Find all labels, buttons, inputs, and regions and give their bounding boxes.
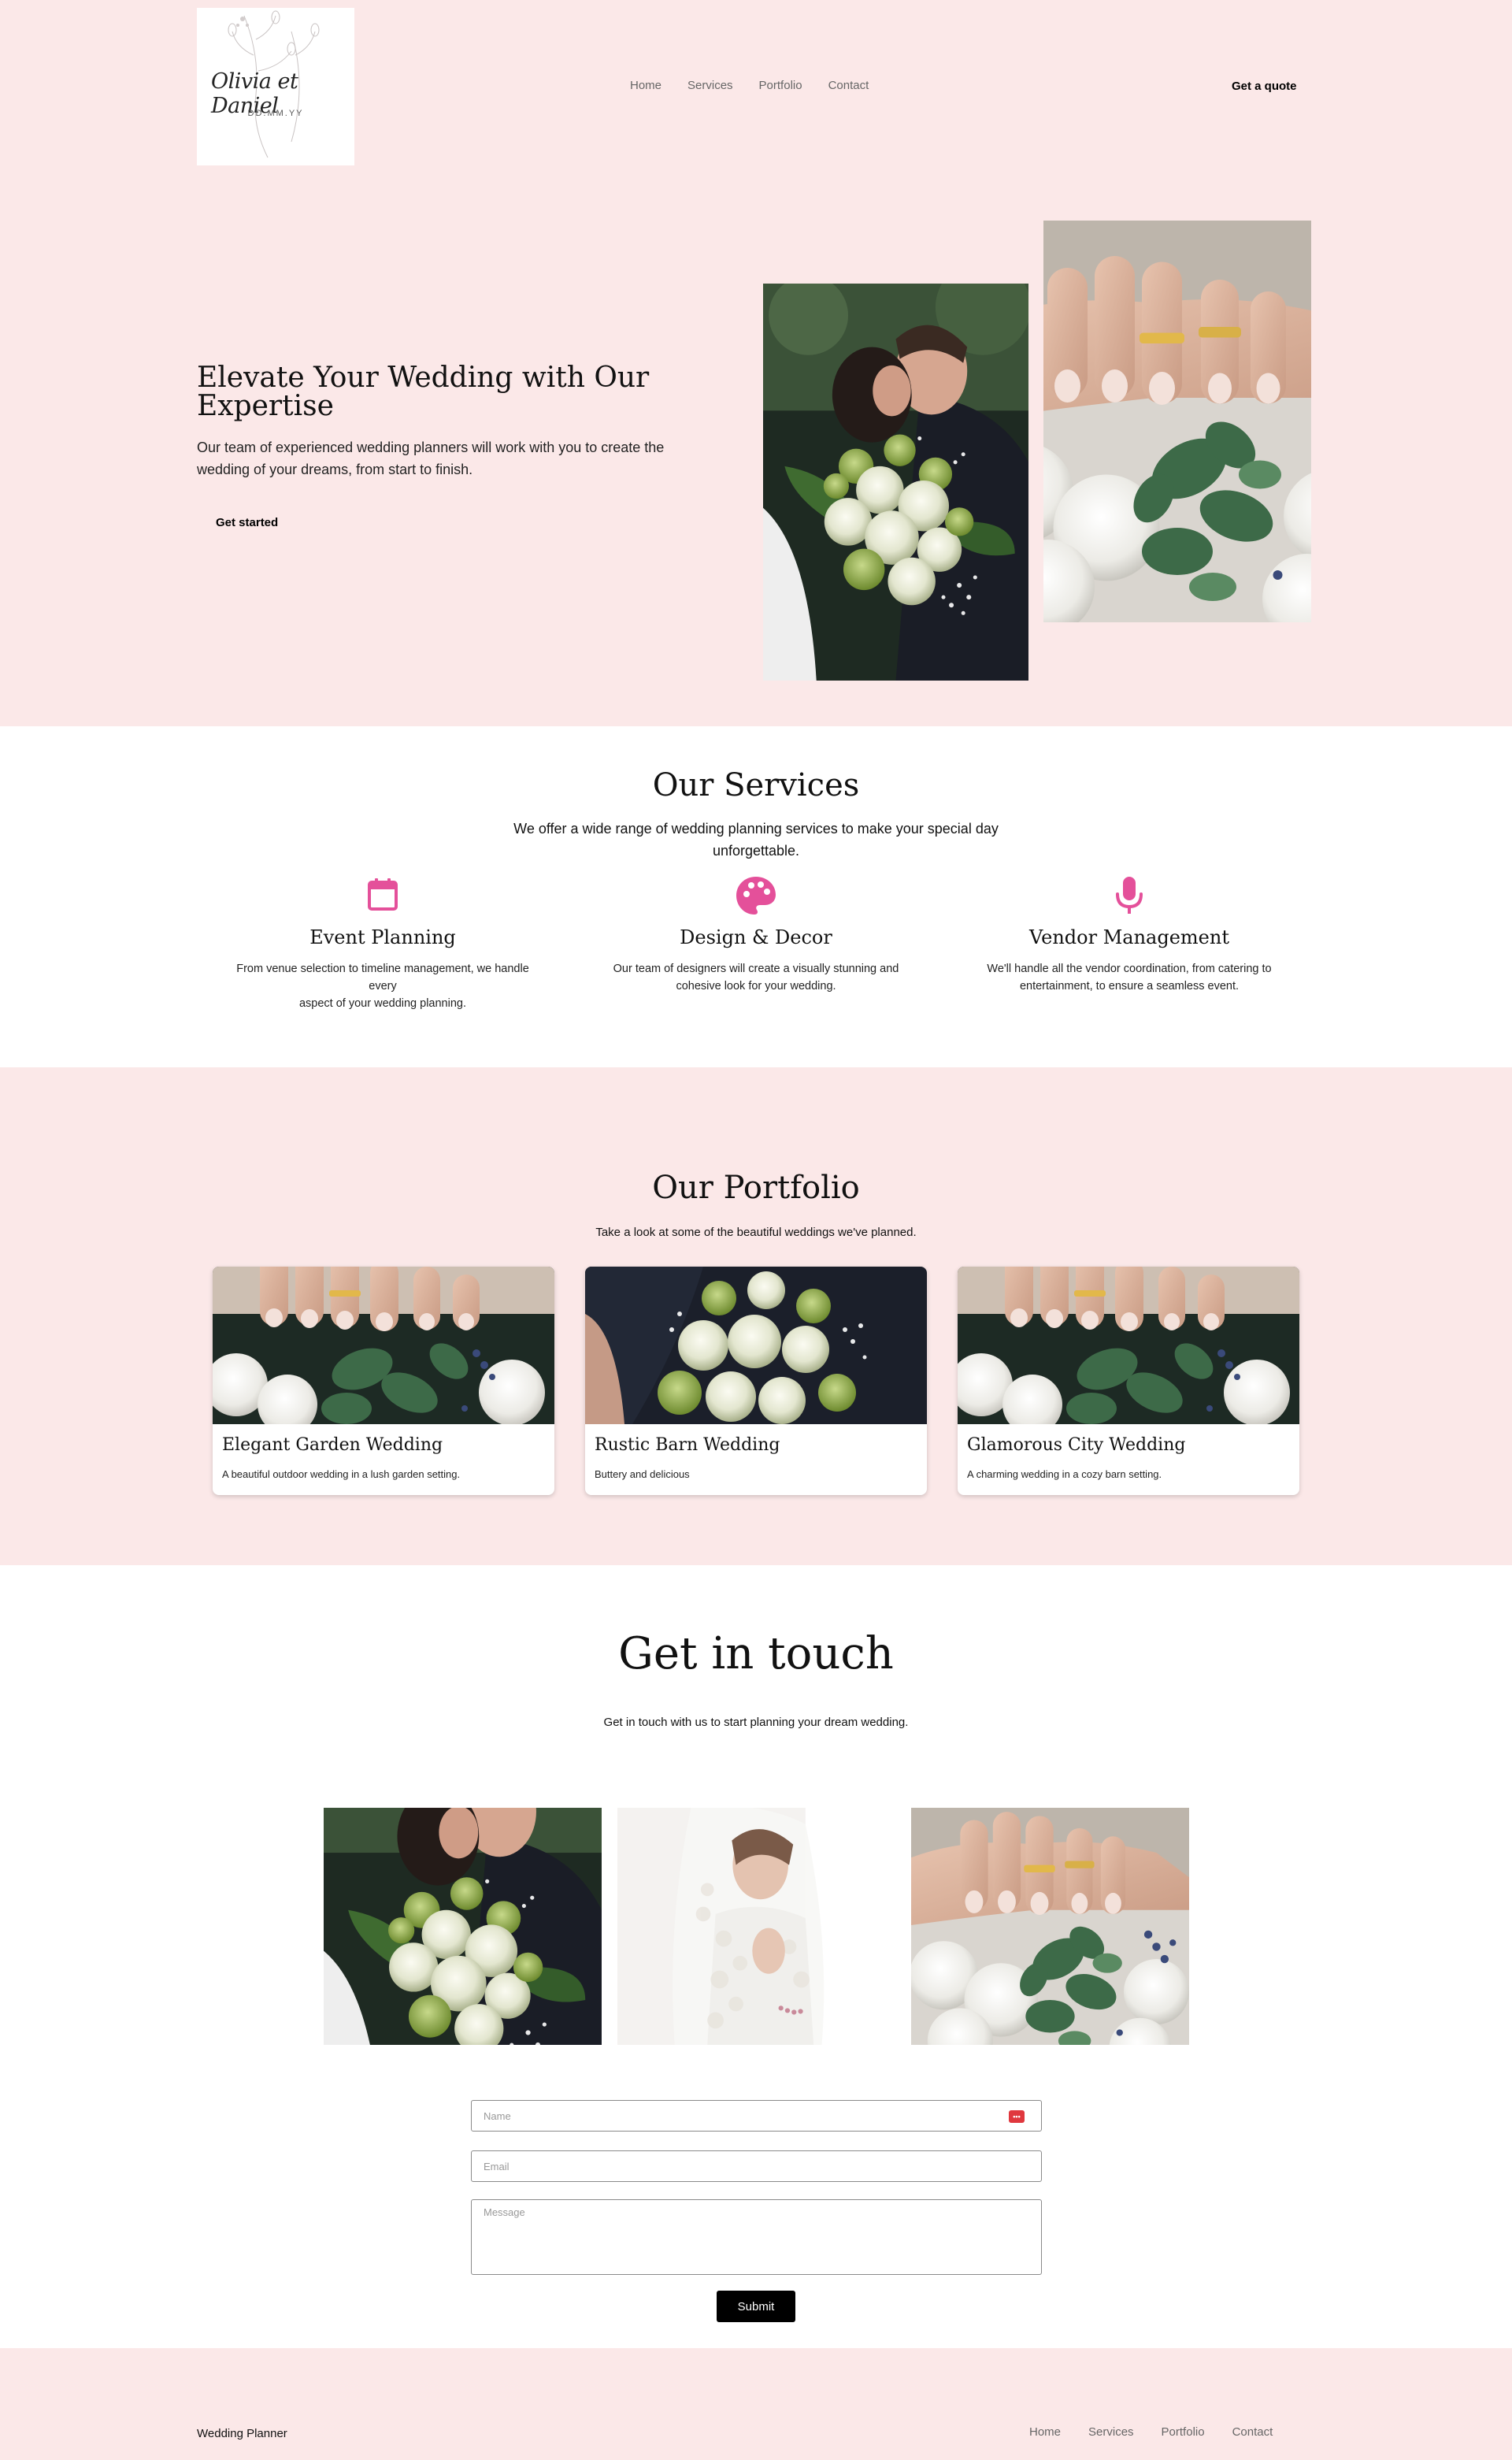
portfolio-title: Our Portfolio [652,1170,860,1206]
portfolio-card-title: Glamorous City Wedding [967,1435,1186,1455]
contact-section: Get in touch Get in touch with us to sta… [0,1565,1512,2348]
portfolio-card-title: Elegant Garden Wedding [222,1435,443,1455]
service-vendor-management: Vendor Management We'll handle all the v… [980,872,1279,995]
portfolio-card-desc: A charming wedding in a cozy barn settin… [967,1468,1162,1480]
portfolio-card[interactable]: Elegant Garden Wedding A beautiful outdo… [213,1267,554,1495]
hero-photo-couple-bouquet [763,284,1028,681]
footer-brand: Wedding Planner [197,2427,287,2440]
services-section: Our Services We offer a wide range of we… [0,726,1512,1067]
contact-subtitle: Get in touch with us to start planning y… [603,1716,909,1729]
service-event-planning: Event Planning From venue selection to t… [233,872,532,1012]
service-desc: We'll handle all the vendor coordination… [987,963,1272,993]
name-input[interactable] [471,2100,1042,2132]
nav-home[interactable]: Home [630,79,662,92]
footer-nav-contact[interactable]: Contact [1232,2425,1273,2439]
site-footer: Wedding Planner Home Services Portfolio … [0,2348,1512,2460]
get-a-quote-button[interactable]: Get a quote [1232,80,1297,93]
logo-date: DD.MM.YY [247,109,304,118]
portfolio-card-image [958,1267,1299,1424]
footer-nav-portfolio[interactable]: Portfolio [1162,2425,1205,2439]
service-design-decor: Design & Decor Our team of designers wil… [606,872,906,995]
portfolio-card-desc: A beautiful outdoor wedding in a lush ga… [222,1468,461,1480]
portfolio-card[interactable]: Rustic Barn Wedding Buttery and deliciou… [585,1267,927,1495]
palette-icon [736,877,776,915]
main-nav: Home Services Portfolio Contact [630,79,895,92]
services-subtitle: We offer a wide range of wedding plannin… [513,821,999,859]
footer-nav-home[interactable]: Home [1029,2425,1061,2439]
contact-photo-bride [617,1808,895,2045]
hero-section: Elevate Your Wedding with Our Expertise … [0,200,1512,726]
contact-photo-bouquet [324,1808,602,2045]
nav-services[interactable]: Services [687,79,733,92]
hero-photo-hands-rings [1043,221,1311,622]
portfolio-card[interactable]: Glamorous City Wedding A charming weddin… [958,1267,1299,1495]
service-title: Event Planning [309,926,456,948]
message-textarea[interactable] [471,2199,1042,2275]
contact-title: Get in touch [618,1628,894,1679]
autofill-badge-icon[interactable]: ••• [1009,2110,1025,2123]
hero-title: Elevate Your Wedding with Our Expertise [197,362,650,422]
footer-nav: Home Services Portfolio Contact [1029,2425,1300,2439]
portfolio-card-desc: Buttery and delicious [595,1468,690,1480]
portfolio-card-image [585,1267,927,1424]
portfolio-subtitle: Take a look at some of the beautiful wed… [595,1226,917,1239]
service-title: Vendor Management [1029,926,1229,948]
contact-photo-hands [911,1808,1189,2045]
submit-button[interactable]: Submit [717,2291,795,2322]
service-desc: Our team of designers will create a visu… [613,963,899,993]
footer-nav-services[interactable]: Services [1088,2425,1134,2439]
email-input[interactable] [471,2150,1042,2182]
microphone-icon [1116,877,1143,914]
logo[interactable]: Olivia et Daniel DD.MM.YY [197,8,354,165]
portfolio-section: Our Portfolio Take a look at some of the… [0,1067,1512,1565]
portfolio-card-image [213,1267,554,1424]
services-title: Our Services [652,767,860,803]
service-title: Design & Decor [680,926,832,948]
site-header: Olivia et Daniel DD.MM.YY Home Services … [0,0,1512,200]
service-desc: From venue selection to timeline managem… [236,963,529,1010]
nav-portfolio[interactable]: Portfolio [759,79,802,92]
calendar-icon [368,878,398,911]
portfolio-card-title: Rustic Barn Wedding [595,1435,780,1455]
get-started-button[interactable]: Get started [197,507,297,539]
hero-subtitle: Our team of experienced wedding planners… [197,440,665,477]
nav-contact[interactable]: Contact [828,79,869,92]
